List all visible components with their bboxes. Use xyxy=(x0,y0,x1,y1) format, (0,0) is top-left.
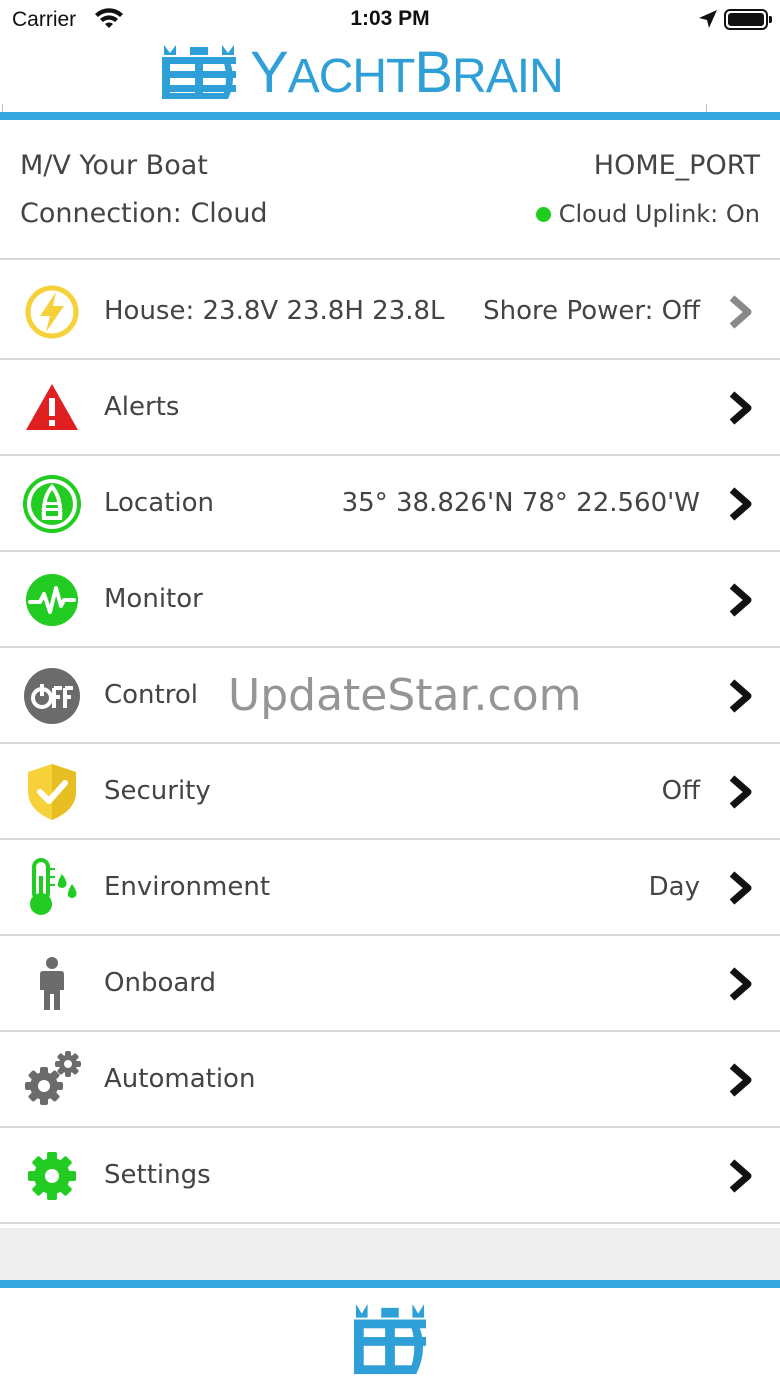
bottom-spacer xyxy=(0,1228,780,1280)
uplink-status-dot xyxy=(535,206,551,222)
shield-icon xyxy=(28,764,76,820)
menu-label: Environment xyxy=(104,872,271,902)
menu-item-security[interactable]: Security Off xyxy=(0,744,780,840)
gears-icon xyxy=(25,1051,81,1105)
menu-item-monitor[interactable]: Monitor xyxy=(0,552,780,648)
menu-label: Control xyxy=(104,680,198,710)
menu-label: Automation xyxy=(104,1064,256,1094)
yachtbrain-logo: YACHTBRAIN xyxy=(160,39,564,106)
chevron-right-icon xyxy=(729,871,752,905)
warning-icon xyxy=(26,384,78,430)
menu-item-alerts[interactable]: Alerts xyxy=(0,360,780,456)
yachtbrain-emblem-icon xyxy=(162,45,236,99)
boat-name: M/V Your Boat xyxy=(20,150,208,181)
chevron-right-icon xyxy=(729,1063,752,1097)
chevron-right-icon xyxy=(729,391,752,425)
menu-label: Onboard xyxy=(104,968,217,998)
menu-label: House: 23.8V 23.8H 23.8L xyxy=(104,296,445,326)
header-divider xyxy=(0,104,780,120)
chevron-right-icon xyxy=(729,775,752,809)
gear-icon xyxy=(28,1152,76,1200)
menu-value: Day xyxy=(648,872,700,902)
chevron-right-icon xyxy=(729,967,752,1001)
watermark: UpdateStar.com xyxy=(228,670,582,721)
menu-value: Shore Power: Off xyxy=(483,296,700,326)
yachtbrain-footer-emblem-icon[interactable] xyxy=(352,1302,428,1376)
menu-label: Security xyxy=(104,776,211,806)
thermometer-icon xyxy=(30,858,77,915)
chevron-right-icon xyxy=(729,487,752,521)
main-menu: House: 23.8V 23.8H 23.8L Shore Power: Of… xyxy=(0,264,780,1224)
connection-status: Connection: Cloud xyxy=(20,198,268,229)
menu-item-settings[interactable]: Settings xyxy=(0,1128,780,1224)
uplink-label: Cloud Uplink: On xyxy=(558,200,760,228)
menu-value: 35° 38.826'N 78° 22.560'W xyxy=(341,488,700,518)
cloud-uplink-status: Cloud Uplink: On xyxy=(535,200,760,228)
menu-label: Settings xyxy=(104,1160,211,1190)
boat-info-panel: M/V Your Boat Connection: Cloud HOME_POR… xyxy=(0,122,780,260)
boat-icon xyxy=(23,475,81,533)
chevron-right-icon xyxy=(729,583,752,617)
logo-wordmark: YACHTBRAIN xyxy=(250,39,564,106)
location-arrow-icon xyxy=(699,10,717,28)
menu-label: Location xyxy=(104,488,214,518)
footer-divider xyxy=(0,1280,780,1288)
menu-item-location[interactable]: Location 35° 38.826'N 78° 22.560'W xyxy=(0,456,780,552)
menu-item-environment[interactable]: Environment Day xyxy=(0,840,780,936)
logo-word-yacht: YACHT xyxy=(250,39,415,105)
menu-item-onboard[interactable]: Onboard xyxy=(0,936,780,1032)
chevron-right-icon xyxy=(729,295,752,329)
chevron-right-icon xyxy=(729,679,752,713)
menu-item-automation[interactable]: Automation xyxy=(0,1032,780,1128)
clock: 1:03 PM xyxy=(350,7,430,30)
lightning-icon xyxy=(25,285,79,339)
menu-value: Off xyxy=(661,776,700,806)
battery-icon xyxy=(724,9,772,30)
menu-label: Monitor xyxy=(104,584,203,614)
logo-word-brain: BRAIN xyxy=(414,39,563,105)
chevron-right-icon xyxy=(729,1159,752,1193)
power-off-icon xyxy=(24,668,80,724)
home-port: HOME_PORT xyxy=(593,150,760,181)
heartbeat-icon xyxy=(26,574,78,626)
menu-label: Alerts xyxy=(104,392,180,422)
menu-item-house-power[interactable]: House: 23.8V 23.8H 23.8L Shore Power: Of… xyxy=(0,264,780,360)
status-bar: Carrier 1:03 PM xyxy=(0,0,780,40)
person-icon xyxy=(40,957,64,1010)
